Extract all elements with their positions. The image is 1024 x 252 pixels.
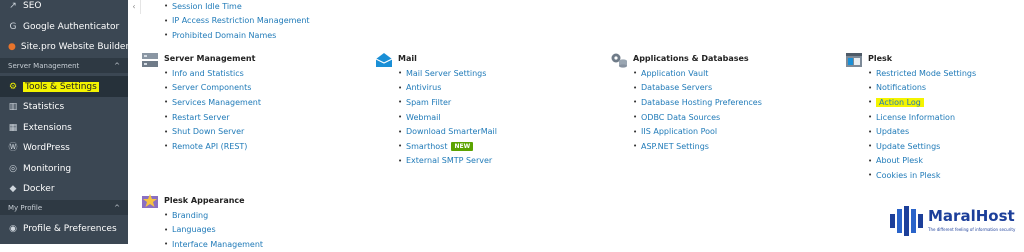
link-database-servers[interactable]: • Database Servers <box>633 81 762 96</box>
sidebar-item-label: Docker <box>23 183 55 194</box>
sidebar-item-monitoring[interactable]: ◎ Monitoring <box>0 158 128 179</box>
plesk-links: • Restricted Mode Settings • Notifications… <box>868 66 976 183</box>
link-prohibited-domains[interactable]: • Prohibited Domain Names <box>164 28 310 43</box>
security-links: • Session Idle Time • IP Access Restrictio… <box>164 0 310 43</box>
link-license-information[interactable]: • License Information <box>868 110 976 125</box>
sidebar-item-statistics[interactable]: ▥ Statistics <box>0 96 128 117</box>
user-icon: ◉ <box>9 223 17 234</box>
link-ip-access[interactable]: • IP Access Restriction Management <box>164 14 310 29</box>
chart-icon: ↗ <box>9 0 17 11</box>
link-remote-api[interactable]: • Remote API (REST) <box>164 139 261 154</box>
section-label: My Profile <box>8 203 43 212</box>
sidebar-item-label: Profile & Preferences <box>23 223 117 234</box>
link-smarthost[interactable]: • Smarthost NEW <box>398 139 497 154</box>
plesk-window-icon <box>846 53 862 67</box>
link-external-smtp[interactable]: • External SMTP Server <box>398 154 497 169</box>
sitepro-icon: ● <box>8 41 16 52</box>
link-notifications[interactable]: • Notifications <box>868 81 976 96</box>
appearance-links: • Branding • Languages • Interface Manageme… <box>164 208 263 252</box>
group-title-apps-databases: Applications & Databases <box>633 54 749 63</box>
link-restricted-mode[interactable]: • Restricted Mode Settings <box>868 66 976 81</box>
sidebar-item-label: Extensions <box>23 122 72 133</box>
server-icon <box>142 53 158 67</box>
link-spam-filter[interactable]: • Spam Filter <box>398 95 497 110</box>
group-title-plesk: Plesk <box>868 54 893 63</box>
sidebar-item-wordpress[interactable]: Ⓦ WordPress <box>0 137 128 158</box>
link-iis-app-pool[interactable]: • IIS Application Pool <box>633 124 762 139</box>
chevron-up-icon: ^ <box>114 61 120 70</box>
link-interface-management[interactable]: • Interface Management <box>164 237 263 252</box>
link-server-components[interactable]: • Server Components <box>164 81 261 96</box>
group-title-mail: Mail <box>398 54 417 63</box>
sidebar-item-label: Statistics <box>23 101 65 112</box>
link-update-settings[interactable]: • Update Settings <box>868 139 976 154</box>
sidebar-item-profile[interactable]: ◉ Profile & Preferences <box>0 218 128 239</box>
link-session-idle[interactable]: • Session Idle Time <box>164 0 310 14</box>
sidebar-item-docker[interactable]: ◆ Docker <box>0 178 128 199</box>
sidebar-item-label: Tools & Settings <box>23 81 99 92</box>
maralhost-logo: MaralHost The different feeling of infor… <box>888 206 1018 236</box>
link-updates[interactable]: • Updates <box>868 124 976 139</box>
chevron-up-icon: ^ <box>114 203 120 212</box>
link-cookies-in-plesk[interactable]: • Cookies in Plesk <box>868 168 976 183</box>
sidebar-section-server[interactable]: Server Management ^ <box>0 58 128 73</box>
link-aspnet-settings[interactable]: • ASP.NET Settings <box>633 139 762 154</box>
link-about-plesk[interactable]: • About Plesk <box>868 154 976 169</box>
monitoring-icon: ◎ <box>9 163 17 174</box>
logo-tagline: The different feeling of information sec… <box>928 227 1016 232</box>
link-database-hosting-prefs[interactable]: • Database Hosting Preferences <box>633 95 762 110</box>
link-mail-server-settings[interactable]: • Mail Server Settings <box>398 66 497 81</box>
group-title-plesk-appearance: Plesk Appearance <box>164 196 245 205</box>
wordpress-icon: Ⓦ <box>8 142 18 153</box>
logo-name: MaralHost <box>928 207 1015 225</box>
link-services-management[interactable]: • Services Management <box>164 95 261 110</box>
sidebar-section-profile[interactable]: My Profile ^ <box>0 200 128 215</box>
sidebar: ↗ SEO G Google Authenticator ● Site.pro … <box>0 0 130 244</box>
server-management-links: • Info and Statistics • Server Components … <box>164 66 261 154</box>
mail-links: • Mail Server Settings • Antivirus • Spam F… <box>398 66 497 168</box>
sidebar-item-label: Google Authenticator <box>23 21 120 32</box>
link-branding[interactable]: • Branding <box>164 208 263 223</box>
sidebar-item-seo[interactable]: ↗ SEO <box>0 0 128 16</box>
appearance-star-icon <box>142 194 158 208</box>
sidebar-item-google-authenticator[interactable]: G Google Authenticator <box>0 16 128 37</box>
link-application-vault[interactable]: • Application Vault <box>633 66 762 81</box>
sidebar-item-extensions[interactable]: ▦ Extensions <box>0 117 128 138</box>
sidebar-item-tools-settings[interactable]: ⚙ Tools & Settings <box>0 76 128 97</box>
maralhost-logo-mark <box>890 206 923 236</box>
apps-db-links: • Application Vault • Database Servers • Da… <box>633 66 762 154</box>
sidebar-collapse-button[interactable]: ‹ <box>128 0 141 14</box>
section-label: Server Management <box>8 61 80 70</box>
new-badge: NEW <box>451 141 474 151</box>
link-download-smartermail[interactable]: • Download SmarterMail <box>398 124 497 139</box>
group-title-server-management: Server Management <box>164 54 256 63</box>
sidebar-item-label: Site.pro Website Builder <box>20 41 130 52</box>
link-antivirus[interactable]: • Antivirus <box>398 81 497 96</box>
link-languages[interactable]: • Languages <box>164 223 263 238</box>
sidebar-item-label: SEO <box>23 0 42 11</box>
sidebar-item-sitepro[interactable]: ● Site.pro Website Builder <box>0 36 130 57</box>
link-action-log[interactable]: • Action Log <box>868 95 976 110</box>
gears-database-icon <box>611 53 627 68</box>
google-icon: G <box>9 21 17 32</box>
link-shut-down-server[interactable]: • Shut Down Server <box>164 124 261 139</box>
link-restart-server[interactable]: • Restart Server <box>164 110 261 125</box>
puzzle-icon: ▦ <box>8 122 18 133</box>
bar-chart-icon: ▥ <box>8 101 18 112</box>
sidebar-item-label: Monitoring <box>23 163 72 174</box>
tools-icon: ⚙ <box>8 81 18 92</box>
mail-icon <box>375 53 393 67</box>
docker-icon: ◆ <box>9 183 17 194</box>
sidebar-item-label: WordPress <box>23 142 70 153</box>
link-odbc-data-sources[interactable]: • ODBC Data Sources <box>633 110 762 125</box>
link-webmail[interactable]: • Webmail <box>398 110 497 125</box>
link-info-statistics[interactable]: • Info and Statistics <box>164 66 261 81</box>
